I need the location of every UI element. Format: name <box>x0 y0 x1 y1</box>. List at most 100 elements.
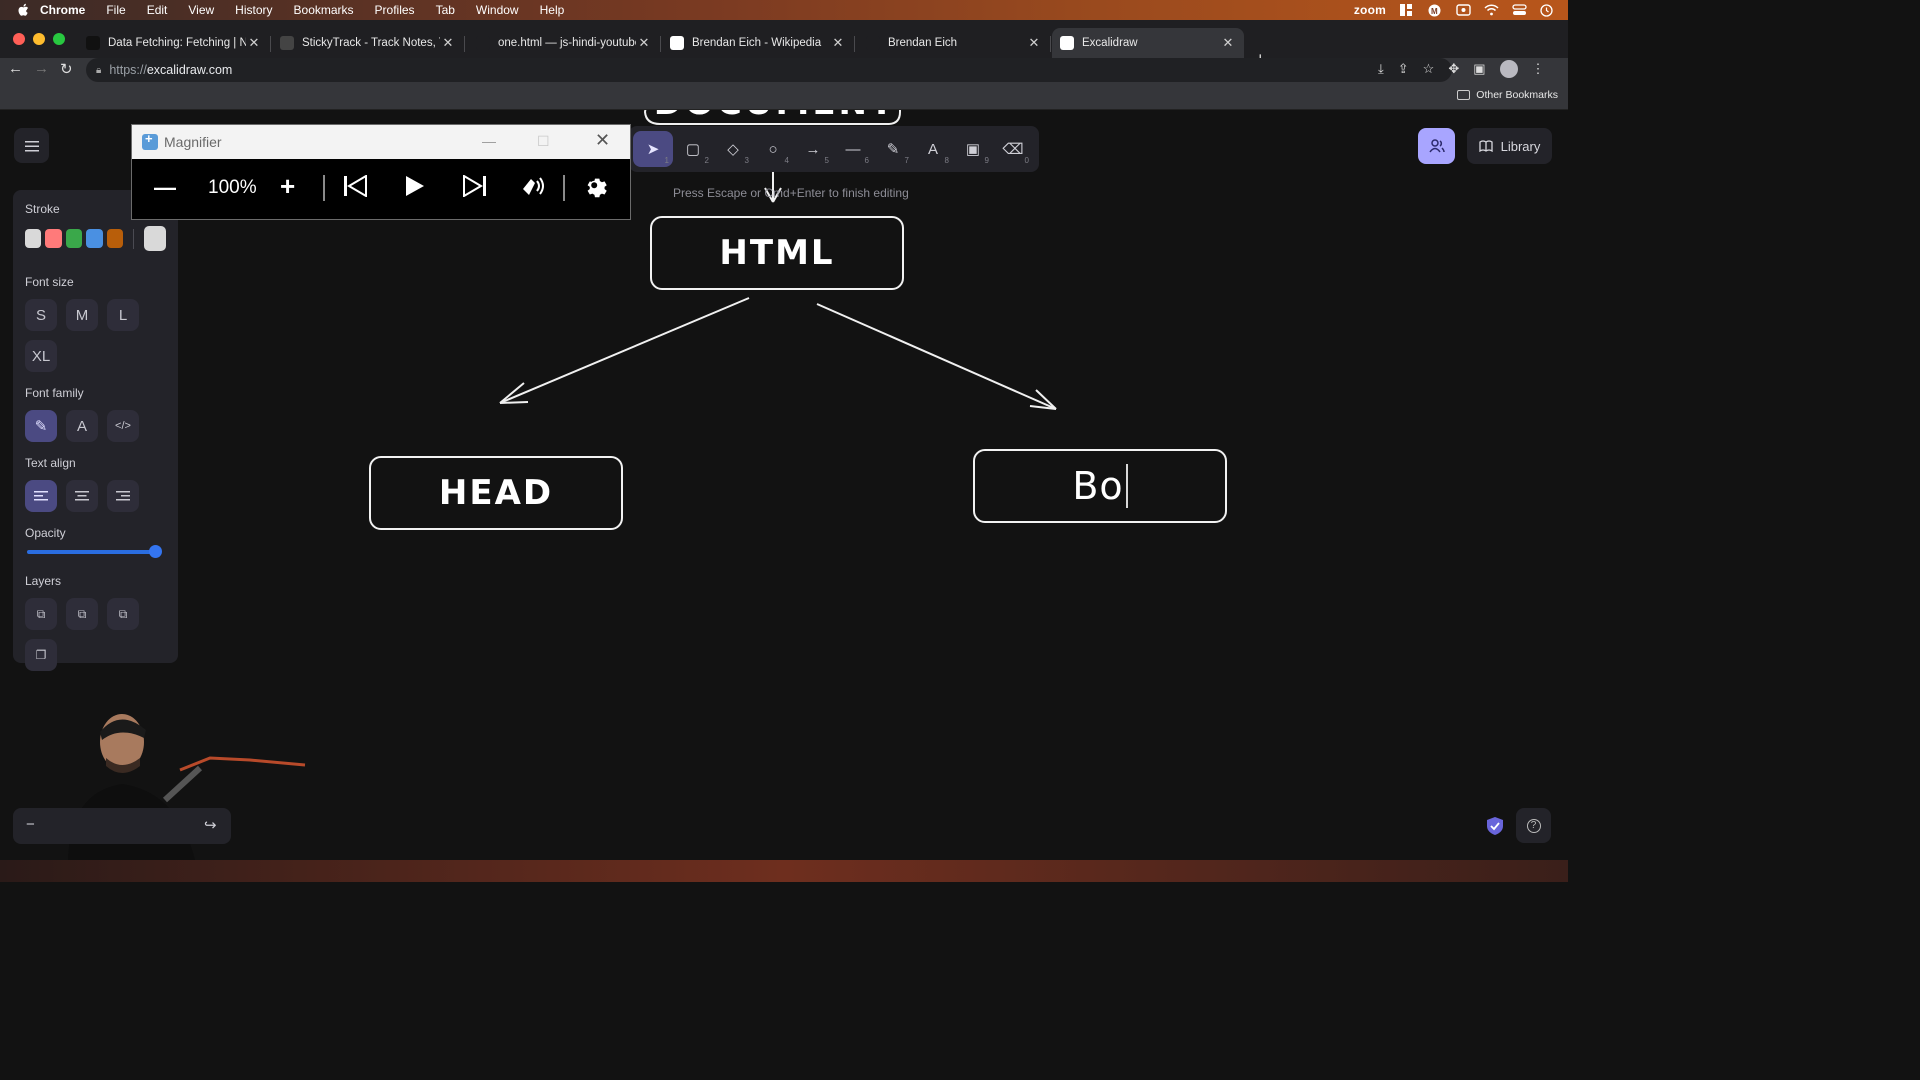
tab-5[interactable]: Brendan Eich ✕ <box>858 28 1051 58</box>
html-to-head-arrow[interactable] <box>499 297 750 404</box>
opacity-slider[interactable] <box>25 544 166 558</box>
close-icon[interactable]: ✕ <box>595 130 610 151</box>
zoom-window-button[interactable] <box>53 33 65 45</box>
tab-2[interactable]: StickyTrack - Track Notes, Trac✕ <box>272 28 465 58</box>
share-icon[interactable]: ⇪ <box>1398 61 1409 79</box>
head-box[interactable]: HEAD <box>369 456 623 530</box>
menu-bookmarks[interactable]: Bookmarks <box>294 3 354 17</box>
stroke-swatch-white[interactable] <box>25 229 42 248</box>
bring-forward-button[interactable]: ⧉ <box>107 598 139 630</box>
tab-close-icon[interactable]: ✕ <box>246 35 262 51</box>
m-status-icon[interactable]: M <box>1428 4 1442 17</box>
collaborate-button[interactable] <box>1418 128 1455 164</box>
tool-line[interactable]: —6 <box>833 131 873 167</box>
minimize-window-button[interactable] <box>33 33 45 45</box>
menu-window[interactable]: Window <box>476 3 519 17</box>
send-backward-button[interactable]: ⧉ <box>66 598 98 630</box>
back-arrow-icon[interactable]: ← <box>8 60 23 77</box>
magnifier-title-bar[interactable]: Magnifier — ☐ ✕ <box>132 125 630 159</box>
magnifier-window[interactable]: Magnifier — ☐ ✕ — 100% + <box>131 124 631 220</box>
shield-icon[interactable] <box>1486 816 1504 841</box>
maximize-icon[interactable]: ☐ <box>537 133 550 150</box>
tool-arrow[interactable]: → 5 <box>793 131 833 167</box>
font-family-code-button[interactable]: </> <box>107 410 139 442</box>
body-box[interactable]: Bo <box>973 449 1227 523</box>
stroke-swatch-green[interactable] <box>65 229 83 248</box>
redo-icon[interactable]: ↪ <box>204 816 217 834</box>
tool-text[interactable]: A8 <box>913 131 953 167</box>
forward-arrow-icon[interactable]: → <box>34 60 49 77</box>
other-bookmarks[interactable]: Other Bookmarks <box>1457 89 1558 101</box>
tool-draw[interactable]: ✎ 7 <box>873 131 913 167</box>
next-icon[interactable] <box>462 174 486 203</box>
settings-gear-icon[interactable] <box>584 175 608 205</box>
menu-tab[interactable]: Tab <box>436 3 455 17</box>
tab-4[interactable]: Brendan Eich - Wikipedia ✕ <box>662 28 855 58</box>
previous-icon[interactable] <box>344 174 368 203</box>
stroke-swatch-red[interactable] <box>45 229 62 248</box>
address-bar[interactable]: 🔒︎ https://excalidraw.com <box>86 58 1452 82</box>
extensions-puzzle-icon[interactable]: ✥ <box>1448 61 1459 79</box>
bookmark-star-icon[interactable]: ☆ <box>1423 61 1435 79</box>
stroke-swatch-blue[interactable] <box>86 229 103 248</box>
html-box[interactable]: HTML <box>650 216 904 290</box>
clock-status-icon[interactable] <box>1540 4 1554 17</box>
tool-ellipse[interactable]: ○ 4 <box>753 131 793 167</box>
tool-selection[interactable]: ➤ 1 <box>633 131 673 167</box>
wifi-icon[interactable] <box>1484 4 1499 16</box>
close-window-button[interactable] <box>13 33 25 45</box>
font-family-normal-button[interactable]: A <box>66 410 98 442</box>
tab-3[interactable]: one.html — js-hindi-youtube [C✕ <box>468 28 661 58</box>
bring-to-front-button[interactable]: ❐ <box>25 639 57 671</box>
align-center-button[interactable] <box>66 480 98 512</box>
help-button[interactable]: ? <box>1516 808 1551 843</box>
body-label-editing[interactable]: Bo <box>1072 464 1123 508</box>
install-app-icon[interactable]: ⤓ <box>1378 61 1384 79</box>
apple-icon[interactable] <box>16 3 30 17</box>
play-icon[interactable] <box>404 175 426 203</box>
read-aloud-icon[interactable] <box>521 175 547 203</box>
font-size-l[interactable]: L <box>107 299 139 331</box>
tab-1[interactable]: Data Fetching: Fetching | Next✕ <box>78 28 271 58</box>
menu-profiles[interactable]: Profiles <box>375 3 415 17</box>
control-center-icon[interactable] <box>1512 4 1527 16</box>
library-button[interactable]: Library <box>1467 128 1552 164</box>
stroke-swatch-orange[interactable] <box>106 229 124 248</box>
tab-6[interactable]: Excalidraw ✕ <box>1052 28 1244 58</box>
tab-close-icon[interactable]: ✕ <box>830 35 846 51</box>
zoom-status-item[interactable]: zoom <box>1354 3 1386 17</box>
zoom-out-icon[interactable]: — <box>154 175 176 201</box>
tab-close-icon[interactable]: ✕ <box>1220 35 1236 51</box>
tool-diamond[interactable]: ◇ 3 <box>713 131 753 167</box>
stroke-current-color[interactable] <box>144 226 166 251</box>
zoom-in-icon[interactable]: + <box>280 171 295 202</box>
align-left-button[interactable] <box>25 480 57 512</box>
send-to-back-button[interactable]: ⧉ <box>25 598 57 630</box>
minimize-icon[interactable]: — <box>482 133 496 149</box>
font-size-xl[interactable]: XL <box>25 340 57 372</box>
font-size-m[interactable]: M <box>66 299 98 331</box>
tab-close-icon[interactable]: ✕ <box>1026 35 1042 51</box>
chrome-menu-icon[interactable]: ⋮ <box>1532 61 1545 79</box>
profile-avatar[interactable] <box>1499 60 1518 78</box>
menu-help[interactable]: Help <box>540 3 565 17</box>
menu-edit[interactable]: Edit <box>147 3 168 17</box>
font-family-handdrawn-button[interactable]: ✎ <box>25 410 57 442</box>
grid-status-icon[interactable] <box>1400 4 1414 16</box>
side-panel-icon[interactable]: ▣ <box>1473 61 1485 79</box>
tab-close-icon[interactable]: ✕ <box>636 35 652 51</box>
tab-close-icon[interactable]: ✕ <box>440 35 456 51</box>
screen-record-icon[interactable] <box>1456 4 1471 16</box>
zoom-out-button[interactable]: − <box>26 816 35 833</box>
menu-history[interactable]: History <box>235 3 272 17</box>
excalidraw-canvas[interactable]: DOCUMENT HTML HEAD Bo Stroke <box>0 110 1568 860</box>
menu-file[interactable]: File <box>106 3 125 17</box>
html-to-body-arrow[interactable] <box>816 303 1057 410</box>
menu-view[interactable]: View <box>188 3 214 17</box>
tool-image[interactable]: ▣ 9 <box>953 131 993 167</box>
font-size-s[interactable]: S <box>25 299 57 331</box>
align-right-button[interactable] <box>107 480 139 512</box>
tool-rectangle[interactable]: ▢ 2 <box>673 131 713 167</box>
main-menu-button[interactable] <box>14 128 49 163</box>
tool-eraser[interactable]: ⌫ 0 <box>993 131 1033 167</box>
